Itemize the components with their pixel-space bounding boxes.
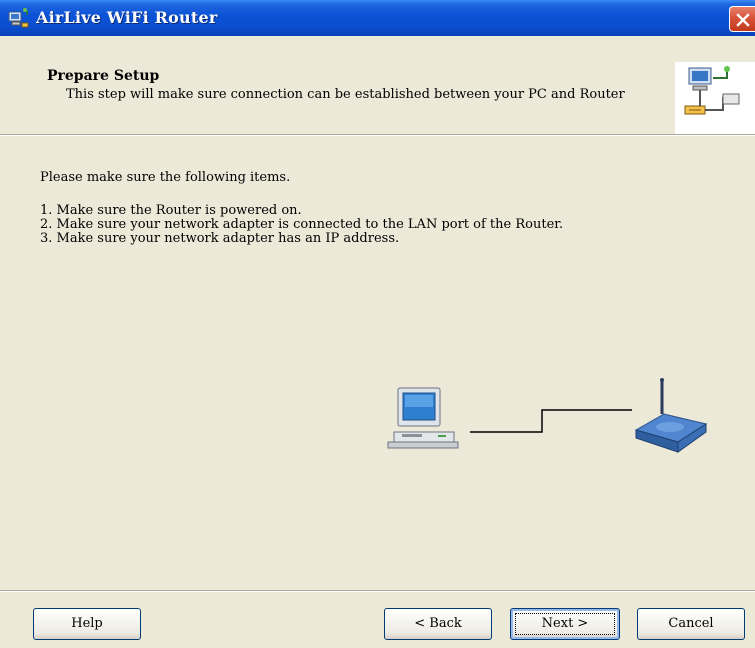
next-button[interactable]: Next > — [510, 608, 620, 640]
wizard-header: Prepare Setup This step will make sure c… — [0, 36, 755, 134]
network-cable — [470, 409, 632, 433]
computer-icon — [387, 387, 459, 449]
instructions-intro: Please make sure the following items. — [40, 170, 291, 185]
instruction-item: 3. Make sure your network adapter has an… — [40, 231, 400, 246]
network-setup-icon — [675, 62, 755, 134]
cancel-button-label: Cancel — [668, 616, 714, 631]
wireless-router-icon — [634, 378, 708, 453]
instruction-item: 1. Make sure the Router is powered on. — [40, 203, 302, 218]
cancel-button[interactable]: Cancel — [637, 608, 745, 640]
step-subtitle: This step will make sure connection can … — [66, 87, 625, 102]
header-divider-highlight — [0, 135, 755, 136]
back-button[interactable]: < Back — [384, 608, 492, 640]
instructions-list: 1. Make sure the Router is powered on. 2… — [40, 204, 563, 246]
close-button[interactable] — [729, 6, 755, 32]
app-icon — [8, 7, 30, 29]
window-title: AirLive WiFi Router — [36, 8, 218, 27]
next-button-label: Next > — [541, 616, 589, 631]
footer-divider-highlight — [0, 591, 755, 592]
help-button[interactable]: Help — [33, 608, 141, 640]
setup-wizard-window: AirLive WiFi Router Prepare Setup This s… — [0, 0, 755, 648]
help-button-label: Help — [71, 616, 103, 631]
close-icon — [736, 13, 750, 27]
step-title: Prepare Setup — [47, 68, 160, 84]
back-button-label: < Back — [414, 616, 462, 631]
instruction-item: 2. Make sure your network adapter is con… — [40, 217, 564, 232]
connection-diagram — [384, 372, 714, 464]
title-bar[interactable]: AirLive WiFi Router — [0, 0, 755, 36]
